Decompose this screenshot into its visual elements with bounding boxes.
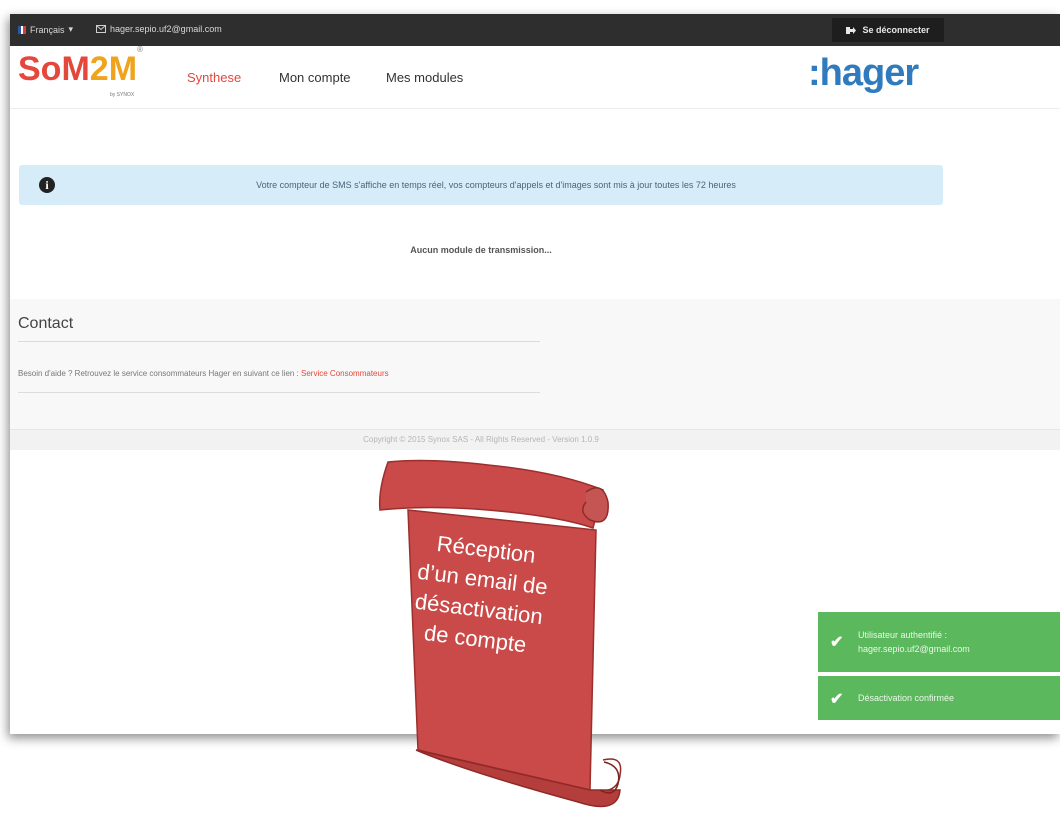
language-label: Français (30, 24, 65, 35)
logo-byline: by SYNOX (110, 92, 135, 98)
annotation-text: Réception d’un email de désactivation de… (394, 525, 567, 664)
toast-deactivation-confirmed[interactable]: ✔ Désactivation confirmée (818, 676, 1060, 720)
nav-item-mes-modules[interactable]: Mes modules (386, 70, 463, 85)
nav-item-mon-compte[interactable]: Mon compte (279, 70, 351, 85)
main-navbar: SoM2M® by SYNOX Synthese Mon compte Mes … (10, 45, 1060, 109)
toast-deactivation-text: Désactivation confirmée (858, 693, 955, 703)
info-alert-message: Votre compteur de SMS s'affiche en temps… (256, 180, 736, 190)
logo-registered-mark: ® (137, 44, 143, 54)
toast-auth-line2: hager.sepio.uf2@gmail.com (858, 644, 970, 654)
account-email-text: hager.sepio.uf2@gmail.com (110, 24, 222, 34)
contact-text: Besoin d'aide ? Retrouvez le service con… (18, 369, 389, 378)
contact-title: Contact (18, 315, 74, 332)
info-alert: i Votre compteur de SMS s'affiche en tem… (19, 165, 943, 205)
logout-button[interactable]: Se déconnecter (832, 18, 944, 42)
chevron-down-icon: ▾ (68, 24, 74, 34)
divider (18, 392, 540, 393)
logout-label: Se déconnecter (862, 25, 930, 35)
empty-modules-message: Aucun module de transmission... (410, 245, 552, 255)
copyright-text: Copyright © 2015 Synox SAS - All Rights … (363, 435, 599, 444)
account-email: hager.sepio.uf2@gmail.com (96, 24, 222, 34)
logo-accent-text: 2M (89, 50, 138, 88)
check-icon: ✔ (830, 691, 844, 708)
divider (18, 341, 540, 342)
language-selector[interactable]: Français ▾ (18, 24, 73, 35)
contact-help-text: Besoin d'aide ? Retrouvez le service con… (18, 369, 302, 378)
info-icon: i (39, 177, 55, 193)
check-icon: ✔ (830, 634, 844, 651)
envelope-icon (96, 25, 106, 33)
footer: Copyright © 2015 Synox SAS - All Rights … (10, 429, 1060, 450)
logout-icon (846, 26, 857, 34)
nav-item-synthese[interactable]: Synthese (187, 70, 241, 85)
top-bar: Français ▾ hager.sepio.uf2@gmail.com Se … (10, 14, 1060, 46)
toast-authenticated[interactable]: ✔ Utilisateur authentifié : hager.sepio.… (818, 612, 1060, 672)
som2m-logo[interactable]: SoM2M® (18, 45, 143, 89)
contact-section: Contact Besoin d'aide ? Retrouvez le ser… (10, 299, 1060, 429)
french-flag-icon (18, 25, 26, 34)
service-consommateurs-link[interactable]: Service Consommateurs (301, 369, 389, 378)
logo-main-text: SoM (18, 50, 90, 88)
toast-auth-line1: Utilisateur authentifié : (858, 630, 948, 640)
hager-logo: :hager (808, 52, 919, 94)
